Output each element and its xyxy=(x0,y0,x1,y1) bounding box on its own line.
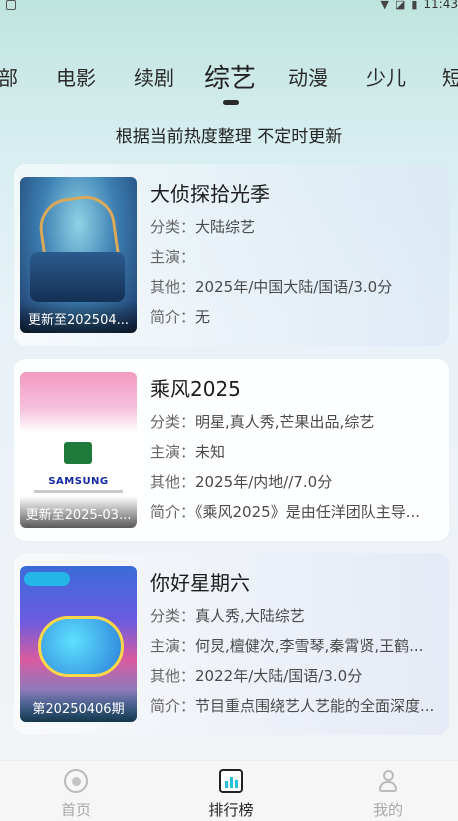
category-value: 明星,真人秀,芒果出品,综艺 xyxy=(195,413,375,431)
poster-update-label: 第20250406期 xyxy=(20,690,137,722)
ranking-card[interactable]: 更新至202504... 大侦探拾光季 分类：大陆综艺 主演： 其他：2025年… xyxy=(14,164,449,346)
poster-deco xyxy=(24,572,70,586)
other-label: 其他： xyxy=(150,278,196,296)
intro-row: 简介：《乘风2025》是由任洋团队主导... xyxy=(150,501,440,522)
tab-variety[interactable]: 综艺 xyxy=(204,58,256,95)
tab-anime[interactable]: 动漫 xyxy=(288,62,328,91)
profile-icon xyxy=(376,769,400,793)
wifi-icon: ▼ xyxy=(380,0,389,11)
nav-ranking-label: 排行榜 xyxy=(208,801,254,819)
poster-deco xyxy=(38,616,124,677)
status-time: 11:43 xyxy=(423,0,458,11)
show-title[interactable]: 大侦探拾光季 xyxy=(150,178,270,207)
category-value: 真人秀,大陆综艺 xyxy=(195,607,305,625)
tab-short[interactable]: 短 xyxy=(442,62,458,91)
ranking-icon xyxy=(219,769,243,793)
bottom-nav: 首页 排行榜 我的 xyxy=(0,760,458,821)
nav-ranking[interactable]: 排行榜 xyxy=(171,761,291,821)
tab-series[interactable]: 续剧 xyxy=(134,62,174,91)
poster-deco xyxy=(20,372,137,432)
cast-value: 未知 xyxy=(195,443,226,461)
status-right: ▼ ◪ ▮ 11:43 xyxy=(380,0,458,11)
home-icon xyxy=(64,769,88,793)
intro-row: 简介：节目重点围绕艺人艺能的全面深度... xyxy=(150,695,440,716)
other-row: 其他：2025年/中国大陆/国语/3.0分 xyxy=(150,276,440,297)
ranking-card[interactable]: SAMSUNG 更新至2025-03... 乘风2025 分类：明星,真人秀,芒… xyxy=(14,359,449,541)
intro-row: 简介：无 xyxy=(150,306,440,327)
poster-image[interactable]: SAMSUNG 更新至2025-03... xyxy=(20,372,137,528)
poster-logo xyxy=(64,442,92,464)
battery-icon: ▮ xyxy=(411,0,418,11)
category-tabs: 部 电影 续剧 综艺 动漫 少儿 短 xyxy=(0,62,458,96)
cast-row: 主演： xyxy=(150,246,440,267)
cast-row: 主演：未知 xyxy=(150,441,440,462)
ranking-bar xyxy=(225,781,228,788)
other-value: 2025年/内地//7.0分 xyxy=(195,473,333,491)
intro-value: 无 xyxy=(195,308,211,326)
cast-row: 主演：何炅,檀健次,李雪琴,秦霄贤,王鹤... xyxy=(150,635,440,656)
nav-home-label: 首页 xyxy=(60,801,91,819)
poster-update-label: 更新至202504... xyxy=(20,301,137,333)
category-row: 分类：明星,真人秀,芒果出品,综艺 xyxy=(150,411,440,432)
other-label: 其他： xyxy=(150,473,196,491)
tab-indicator xyxy=(223,100,239,105)
category-value: 大陆综艺 xyxy=(195,218,256,236)
other-value: 2022年/大陆/国语/3.0分 xyxy=(195,667,363,685)
category-row: 分类：真人秀,大陆综艺 xyxy=(150,605,440,626)
status-bar: ▼ ◪ ▮ 11:43 xyxy=(0,0,458,14)
tab-kids[interactable]: 少儿 xyxy=(366,62,406,91)
category-label: 分类： xyxy=(150,218,196,236)
category-label: 分类： xyxy=(150,607,196,625)
profile-icon-body xyxy=(379,781,397,792)
poster-image[interactable]: 第20250406期 xyxy=(20,566,137,722)
show-title[interactable]: 你好星期六 xyxy=(150,567,250,596)
nav-profile-label: 我的 xyxy=(372,801,403,819)
other-label: 其他： xyxy=(150,667,196,685)
category-label: 分类： xyxy=(150,413,196,431)
nav-home[interactable]: 首页 xyxy=(16,761,136,821)
cast-label: 主演： xyxy=(150,637,196,655)
intro-label: 简介： xyxy=(150,697,196,715)
intro-value: 节目重点围绕艺人艺能的全面深度... xyxy=(195,697,435,715)
ranking-bar xyxy=(235,780,238,788)
nav-profile[interactable]: 我的 xyxy=(328,761,448,821)
notification-icon xyxy=(6,0,16,10)
poster-image[interactable]: 更新至202504... xyxy=(20,177,137,333)
intro-label: 简介： xyxy=(150,503,196,521)
tab-all[interactable]: 部 xyxy=(0,62,18,91)
other-value: 2025年/中国大陆/国语/3.0分 xyxy=(195,278,393,296)
tab-movie[interactable]: 电影 xyxy=(56,62,96,91)
poster-brand: SAMSUNG xyxy=(48,476,109,487)
intro-value: 《乘风2025》是由任洋团队主导... xyxy=(195,503,420,521)
poster-deco xyxy=(34,490,123,493)
cast-label: 主演： xyxy=(150,248,196,266)
ranking-card[interactable]: 第20250406期 你好星期六 分类：真人秀,大陆综艺 主演：何炅,檀健次,李… xyxy=(14,553,449,735)
category-row: 分类：大陆综艺 xyxy=(150,216,440,237)
other-row: 其他：2025年/内地//7.0分 xyxy=(150,471,440,492)
show-title[interactable]: 乘风2025 xyxy=(150,373,241,402)
poster-deco xyxy=(30,252,125,302)
cast-label: 主演： xyxy=(150,443,196,461)
poster-update-label: 更新至2025-03... xyxy=(20,496,137,528)
other-row: 其他：2022年/大陆/国语/3.0分 xyxy=(150,665,440,686)
signal-icon: ◪ xyxy=(394,0,406,11)
intro-label: 简介： xyxy=(150,308,196,326)
profile-icon-head xyxy=(383,770,394,781)
ranking-subtitle: 根据当前热度整理 不定时更新 xyxy=(115,127,343,147)
ranking-bar xyxy=(230,777,233,788)
cast-value: 何炅,檀健次,李雪琴,秦霄贤,王鹤... xyxy=(195,637,424,655)
